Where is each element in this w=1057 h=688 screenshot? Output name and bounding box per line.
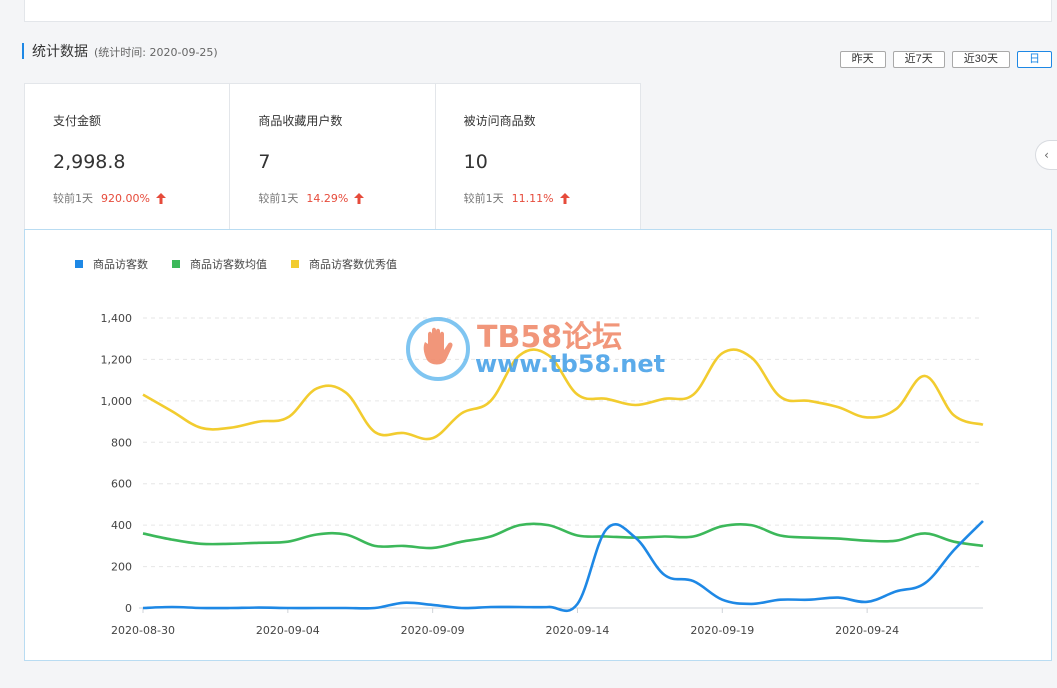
range-button-7days[interactable]: 近7天 [892, 51, 945, 68]
arrow-up-icon [155, 192, 166, 204]
arrow-up-icon [559, 192, 570, 204]
metric-card-visited-items[interactable]: 被访问商品数 10 较前1天 11.11% [436, 84, 640, 230]
range-button-yesterday[interactable]: 昨天 [839, 51, 886, 68]
y-tick-label: 1,400 [101, 312, 133, 325]
x-tick-label: 2020-09-19 [690, 624, 754, 637]
x-tick-label: 2020-09-09 [401, 624, 465, 637]
metric-label: 被访问商品数 [463, 114, 536, 128]
y-tick-label: 0 [125, 602, 132, 615]
x-tick-label: 2020-09-14 [546, 624, 610, 637]
section-header: 统计数据 (统计时间: 2020-09-25) [22, 40, 218, 62]
range-button-30days[interactable]: 近30天 [951, 51, 1010, 68]
chevron-left-icon: ‹ [1044, 148, 1049, 162]
series-line-0 [142, 520, 984, 613]
y-tick-label: 600 [111, 478, 132, 491]
section-time: (统计时间: 2020-09-25) [94, 46, 218, 59]
metric-card-favorites[interactable]: 商品收藏用户数 7 较前1天 14.29% [230, 84, 436, 230]
range-button-day[interactable]: 日 [1017, 51, 1052, 68]
metric-compare: 较前1天 920.00% [53, 190, 229, 206]
delta-value: 11.11% [511, 191, 554, 205]
compare-label: 较前1天 [53, 192, 93, 205]
watermark-url: www.tb58.net [475, 350, 666, 378]
metric-label: 商品收藏用户数 [258, 114, 343, 128]
metric-value: 10 [463, 151, 488, 173]
x-tick-label: 2020-08-30 [111, 624, 175, 637]
y-tick-label: 400 [111, 519, 132, 532]
y-tick-label: 200 [111, 561, 132, 574]
collapse-toggle-button[interactable]: ‹ [1035, 140, 1057, 170]
line-chart: 0 200 400 600 800 1,000 1,200 1,400 2020-08-30 20… [101, 312, 984, 637]
section-title: 统计数据 [32, 44, 88, 60]
section-accent-bar [22, 43, 24, 59]
x-tick-label: 2020-09-04 [256, 624, 320, 637]
hand-logo-icon [406, 317, 470, 381]
compare-label: 较前1天 [463, 192, 504, 205]
metric-card-payment[interactable]: 支付金额 2,998.8 较前1天 920.00% [25, 84, 231, 230]
chart-panel: 商品访客数 商品访客数均值 商品访客数优秀值 0 200 400 600 800 1,00… [24, 229, 1052, 661]
arrow-up-icon [354, 192, 365, 204]
metric-cards: 支付金额 2,998.8 较前1天 920.00% 商品收藏用户数 7 较前1天… [24, 83, 641, 230]
y-tick-label: 800 [111, 436, 132, 449]
compare-label: 较前1天 [258, 192, 299, 205]
watermark: TB58论坛 www.tb58.net [405, 310, 665, 390]
metric-compare: 较前1天 11.11% [464, 190, 640, 206]
delta-value: 14.29% [306, 191, 349, 205]
y-tick-label: 1,200 [101, 353, 133, 366]
x-tick-label: 2020-09-24 [835, 624, 899, 637]
series-line-1 [142, 522, 984, 550]
delta-value: 920.00% [101, 191, 150, 205]
metric-compare: 较前1天 14.29% [258, 190, 434, 206]
metric-value: 2,998.8 [53, 151, 126, 173]
y-tick-label: 1,000 [101, 395, 133, 408]
top-panel [24, 0, 1052, 22]
date-range-selector: 昨天 近7天 近30天 日 [839, 51, 1052, 68]
metric-value: 7 [258, 151, 271, 173]
metric-label: 支付金额 [53, 114, 102, 128]
